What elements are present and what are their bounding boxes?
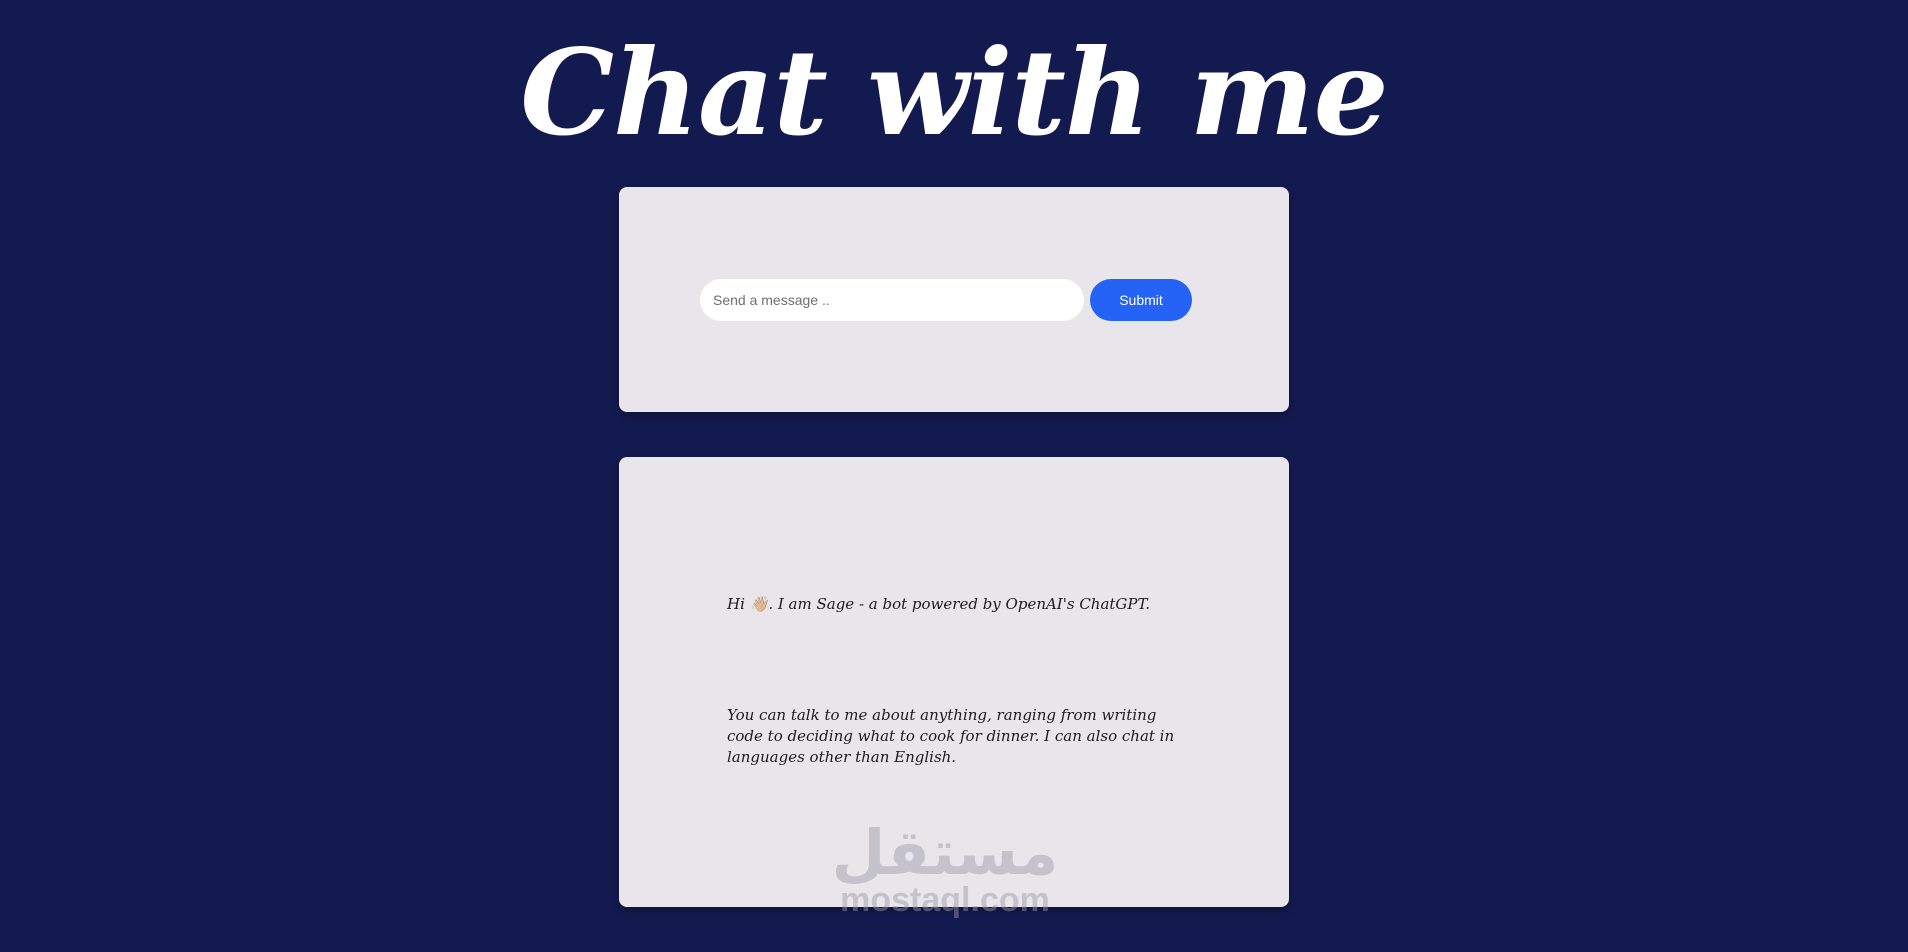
bot-intro-message: You can talk to me about anything, rangi… xyxy=(727,706,1175,766)
message-input[interactable] xyxy=(700,279,1084,321)
bot-greeting-message: Hi 👋🏼. I am Sage - a bot powered by Open… xyxy=(727,595,1151,613)
submit-button[interactable]: Submit xyxy=(1090,279,1192,321)
page-title: Chat with me xyxy=(520,23,1388,162)
chat-response-panel xyxy=(619,457,1289,907)
